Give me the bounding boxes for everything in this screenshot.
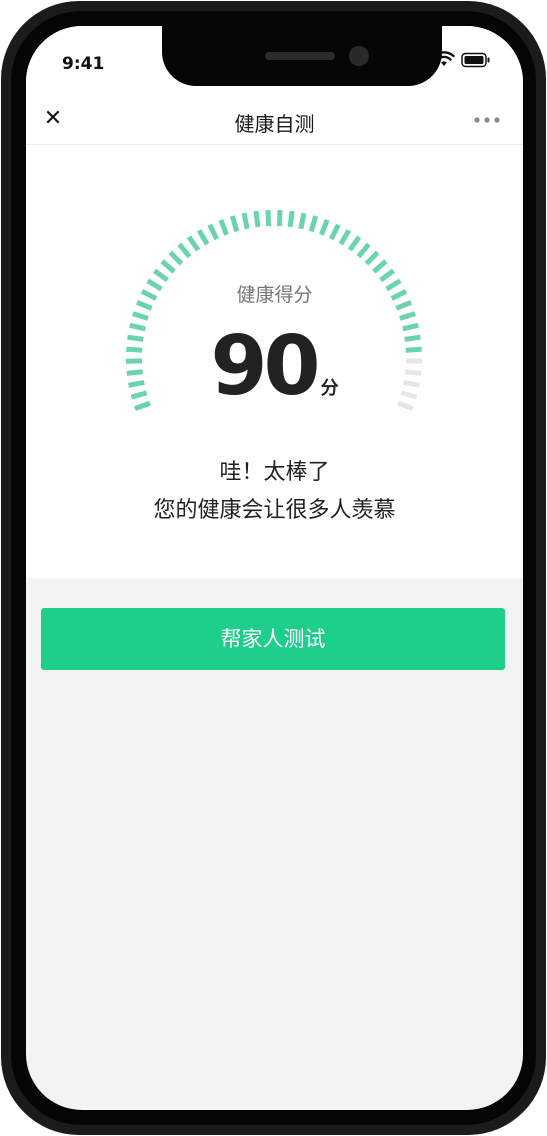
- gauge-tick-active: [132, 311, 149, 321]
- gauge-tick-active: [196, 229, 210, 246]
- gauge-tick-active: [372, 259, 388, 274]
- gauge-tick-active: [207, 223, 219, 241]
- gauge-tick-active: [298, 212, 307, 230]
- gauge-tick-active: [276, 210, 283, 227]
- front-camera: [349, 46, 369, 66]
- gauge-tick-active: [379, 268, 395, 283]
- speaker-grille: [265, 52, 335, 60]
- score-label: 健康得分: [236, 284, 313, 306]
- gauge-tick-active: [287, 210, 295, 228]
- gauge-tick-active: [338, 229, 352, 246]
- gauge-tick-active: [253, 210, 261, 228]
- phone-screen: 9:41 ✕ 健康自测 健康得分 90 分 哇！太棒了 您的健康会让很多人羡慕 …: [26, 26, 523, 1110]
- result-headline: 哇！太棒了: [219, 460, 330, 485]
- gauge-tick-active: [319, 218, 330, 236]
- gauge-tick-active: [153, 268, 169, 283]
- test-for-family-button[interactable]: 帮家人测试: [41, 608, 505, 670]
- score-unit: 分: [320, 378, 339, 399]
- gauge-tick-active: [229, 215, 240, 233]
- gauge-tick-active: [356, 242, 371, 259]
- gauge-tick-active: [218, 218, 229, 236]
- gauge-tick-active: [347, 235, 362, 252]
- score-value: 90: [210, 319, 320, 414]
- phone-frame: 9:41 ✕ 健康自测 健康得分 90 分 哇！太棒了 您的健康会让很多人羡慕 …: [1, 1, 546, 1135]
- score-display: 90 分: [26, 322, 523, 412]
- gauge-tick-active: [168, 250, 184, 266]
- gauge-tick-active: [241, 212, 250, 230]
- gauge-tick-active: [265, 210, 272, 227]
- gauge-tick-active: [308, 215, 319, 233]
- gauge-tick-active: [160, 259, 176, 274]
- gauge-tick-active: [186, 235, 201, 252]
- gauge-tick-active: [364, 250, 380, 266]
- gauge-tick-active: [177, 242, 192, 259]
- result-description: 您的健康会让很多人羡慕: [153, 498, 396, 523]
- gauge-tick-active: [329, 223, 341, 241]
- gauge-tick-active: [399, 311, 416, 321]
